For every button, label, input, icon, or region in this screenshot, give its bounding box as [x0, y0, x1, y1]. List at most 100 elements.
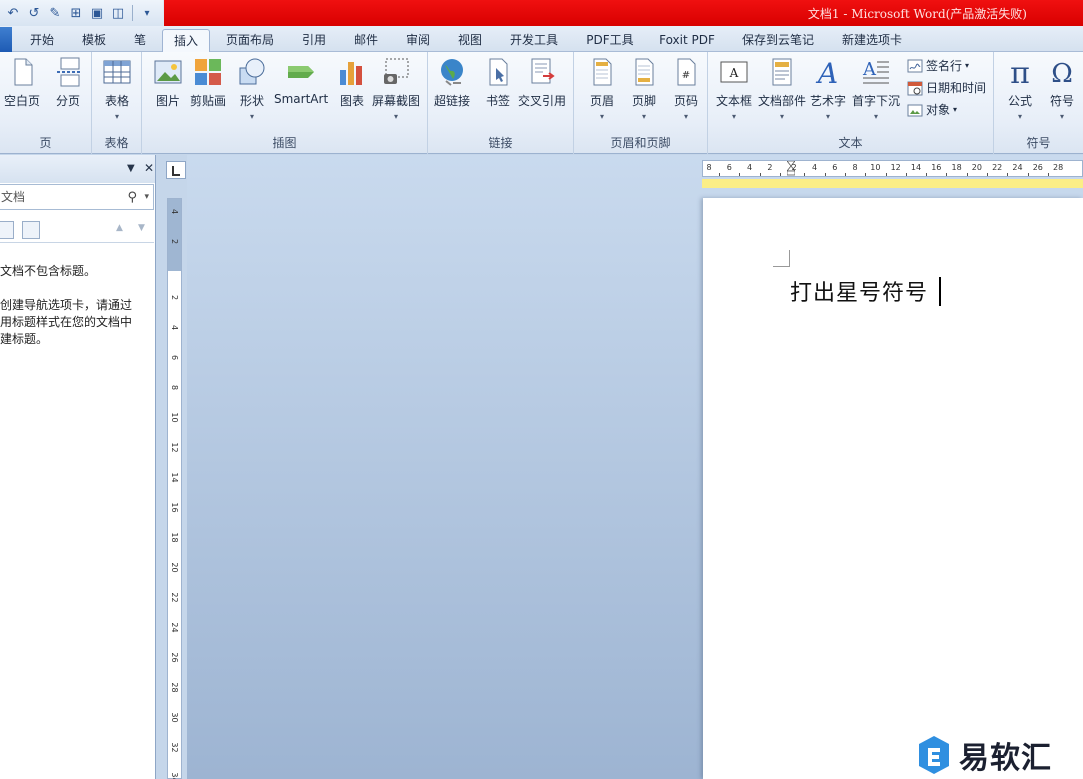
- dropdown-arrow-icon: ▾: [874, 112, 879, 121]
- ruler-number: 6: [726, 163, 732, 172]
- shapes-button[interactable]: 形状 ▾: [236, 56, 268, 122]
- tab-new-tab[interactable]: 新建选项卡: [834, 29, 910, 52]
- ruler-tick: [719, 173, 721, 176]
- text-box-icon: A: [720, 61, 748, 83]
- ruler-tick: [926, 173, 928, 176]
- document-page[interactable]: 打出星号符号: [703, 198, 1083, 779]
- tab-selector[interactable]: [166, 161, 186, 179]
- page-number-button[interactable]: # 页码 ▾: [670, 56, 702, 122]
- smartart-button[interactable]: SmartArt: [274, 56, 328, 106]
- search-icon[interactable]: ⚲: [127, 186, 137, 210]
- signature-line-button[interactable]: 签名行 ▾: [907, 57, 969, 74]
- group-tables: 表格 ▾ 表格: [92, 52, 142, 154]
- nav-view-tabs: ▲ ▼: [0, 217, 154, 243]
- dropdown-arrow-icon: ▾: [249, 112, 254, 121]
- file-tab[interactable]: [0, 27, 12, 52]
- object-button[interactable]: 对象 ▾: [907, 101, 957, 118]
- shapes-icon: [239, 58, 265, 85]
- document-text[interactable]: 打出星号符号: [790, 275, 928, 307]
- nav-search-input[interactable]: 文档 ⚲ ▾: [0, 184, 154, 210]
- ruler-number: 28: [170, 682, 179, 693]
- picture-button[interactable]: 图片: [152, 56, 184, 109]
- thumbnails-view-icon[interactable]: [0, 221, 14, 239]
- footer-button[interactable]: 页脚 ▾: [628, 56, 660, 122]
- tab-template[interactable]: 模板: [72, 29, 116, 52]
- ruler-tick: [946, 173, 948, 176]
- quick-parts-button[interactable]: 文档部件 ▾: [758, 56, 806, 122]
- group-header-footer: 页眉 ▾ 页脚 ▾ # 页码 ▾ 页眉和页脚: [574, 52, 708, 154]
- ruler-tick: [885, 173, 887, 176]
- tab-view[interactable]: 视图: [448, 29, 492, 52]
- nav-pane-menu-icon[interactable]: ▼: [127, 163, 135, 174]
- watermark: 易软汇: [917, 733, 1052, 777]
- ruler-number: 26: [170, 652, 179, 663]
- page-break-icon: [57, 57, 81, 87]
- ruler-tick: [1047, 173, 1049, 176]
- tab-insert[interactable]: 插入: [162, 29, 210, 52]
- tab-home[interactable]: 开始: [20, 29, 64, 52]
- tab-references[interactable]: 引用: [292, 29, 336, 52]
- ruler-number: 6: [170, 354, 179, 361]
- wordart-button[interactable]: A 艺术字 ▾: [810, 56, 846, 122]
- ruler-tick: [966, 173, 968, 176]
- ruler-tick: [1027, 173, 1029, 176]
- blank-page-button[interactable]: 空白页: [4, 56, 40, 109]
- cross-reference-icon: [531, 58, 555, 84]
- signature-icon: [907, 59, 923, 72]
- date-time-button[interactable]: 日期和时间: [907, 79, 986, 96]
- results-view-icon[interactable]: [22, 221, 40, 239]
- tab-developer[interactable]: 开发工具: [502, 29, 566, 52]
- edit-icon[interactable]: ✎: [46, 4, 64, 22]
- read-icon[interactable]: ◫: [109, 4, 127, 22]
- group-label-illustrations: 插图: [272, 136, 297, 150]
- tab-pdf-tools[interactable]: PDF工具: [578, 29, 642, 52]
- tab-save-cloud-note[interactable]: 保存到云笔记: [734, 29, 822, 52]
- nav-pane-message: 文档不包含标题。 创建导航选项卡，请通过 用标题样式在您的文档中 建标题。: [0, 263, 152, 365]
- tab-review[interactable]: 审阅: [396, 29, 440, 52]
- horizontal-ruler[interactable]: 8 6 4 2 2 4 6 8 10 12 14 16 18 20 22 24 26 28: [702, 160, 1083, 177]
- picture-icon: [154, 60, 182, 84]
- symbol-button[interactable]: Ω 符号 ▾: [1046, 56, 1078, 122]
- header-button[interactable]: 页眉 ▾: [586, 56, 618, 122]
- dropdown-arrow-icon: ▾: [599, 112, 604, 121]
- bookmark-button[interactable]: 书签: [482, 56, 514, 109]
- redo-icon[interactable]: ↺: [25, 4, 43, 22]
- clip-art-button[interactable]: 剪贴画: [190, 56, 226, 109]
- ruler-number: 4: [747, 163, 753, 172]
- text-box-button[interactable]: A 文本框 ▾: [716, 56, 752, 122]
- ribbon: 空白页 分页 页 表格 ▾ 表格 图片 剪贴画 形状 ▾ SmartArt 图表…: [0, 52, 1083, 154]
- cross-reference-button[interactable]: 交叉引用: [518, 56, 566, 109]
- next-icon[interactable]: ▼: [138, 223, 145, 233]
- close-icon[interactable]: ✕: [144, 161, 154, 175]
- equation-button[interactable]: π 公式 ▾: [1004, 56, 1036, 122]
- window-icon[interactable]: ▣: [88, 4, 106, 22]
- ruler-number: 20: [971, 163, 982, 172]
- chart-button[interactable]: 图表: [336, 56, 368, 109]
- chevron-down-icon[interactable]: ▾: [144, 185, 149, 209]
- dropdown-arrow-icon: ▾: [1017, 112, 1022, 121]
- ruler-number: 24: [1012, 163, 1023, 172]
- ruler-number: 22: [170, 592, 179, 603]
- object-icon: [907, 104, 923, 116]
- search-placeholder: 文档: [1, 190, 26, 204]
- screenshot-button[interactable]: 屏幕截图 ▾: [372, 56, 420, 122]
- table-button[interactable]: 表格 ▾: [101, 56, 133, 122]
- dropdown-arrow-icon: ▾: [394, 112, 399, 121]
- previous-icon[interactable]: ▲: [116, 223, 123, 233]
- tab-foxit-pdf[interactable]: Foxit PDF: [652, 29, 722, 52]
- header-icon: [593, 58, 612, 86]
- ruler-number: 2: [791, 163, 797, 172]
- customize-icon[interactable]: ▾: [138, 4, 156, 22]
- quick-parts-icon: [772, 58, 792, 86]
- page-break-button[interactable]: 分页: [52, 56, 84, 109]
- tab-mailings[interactable]: 邮件: [344, 29, 388, 52]
- print-preview-icon[interactable]: ⊞: [67, 4, 85, 22]
- tab-page-layout[interactable]: 页面布局: [218, 29, 282, 52]
- ruler-tick: [739, 173, 741, 176]
- group-label-text: 文本: [838, 136, 863, 150]
- tab-pen[interactable]: 笔: [126, 29, 154, 52]
- ruler-highlight: [702, 179, 1083, 188]
- hyperlink-button[interactable]: 超链接: [434, 56, 470, 109]
- drop-cap-button[interactable]: A 首字下沉 ▾: [852, 56, 900, 122]
- undo-icon[interactable]: ↶: [4, 4, 22, 22]
